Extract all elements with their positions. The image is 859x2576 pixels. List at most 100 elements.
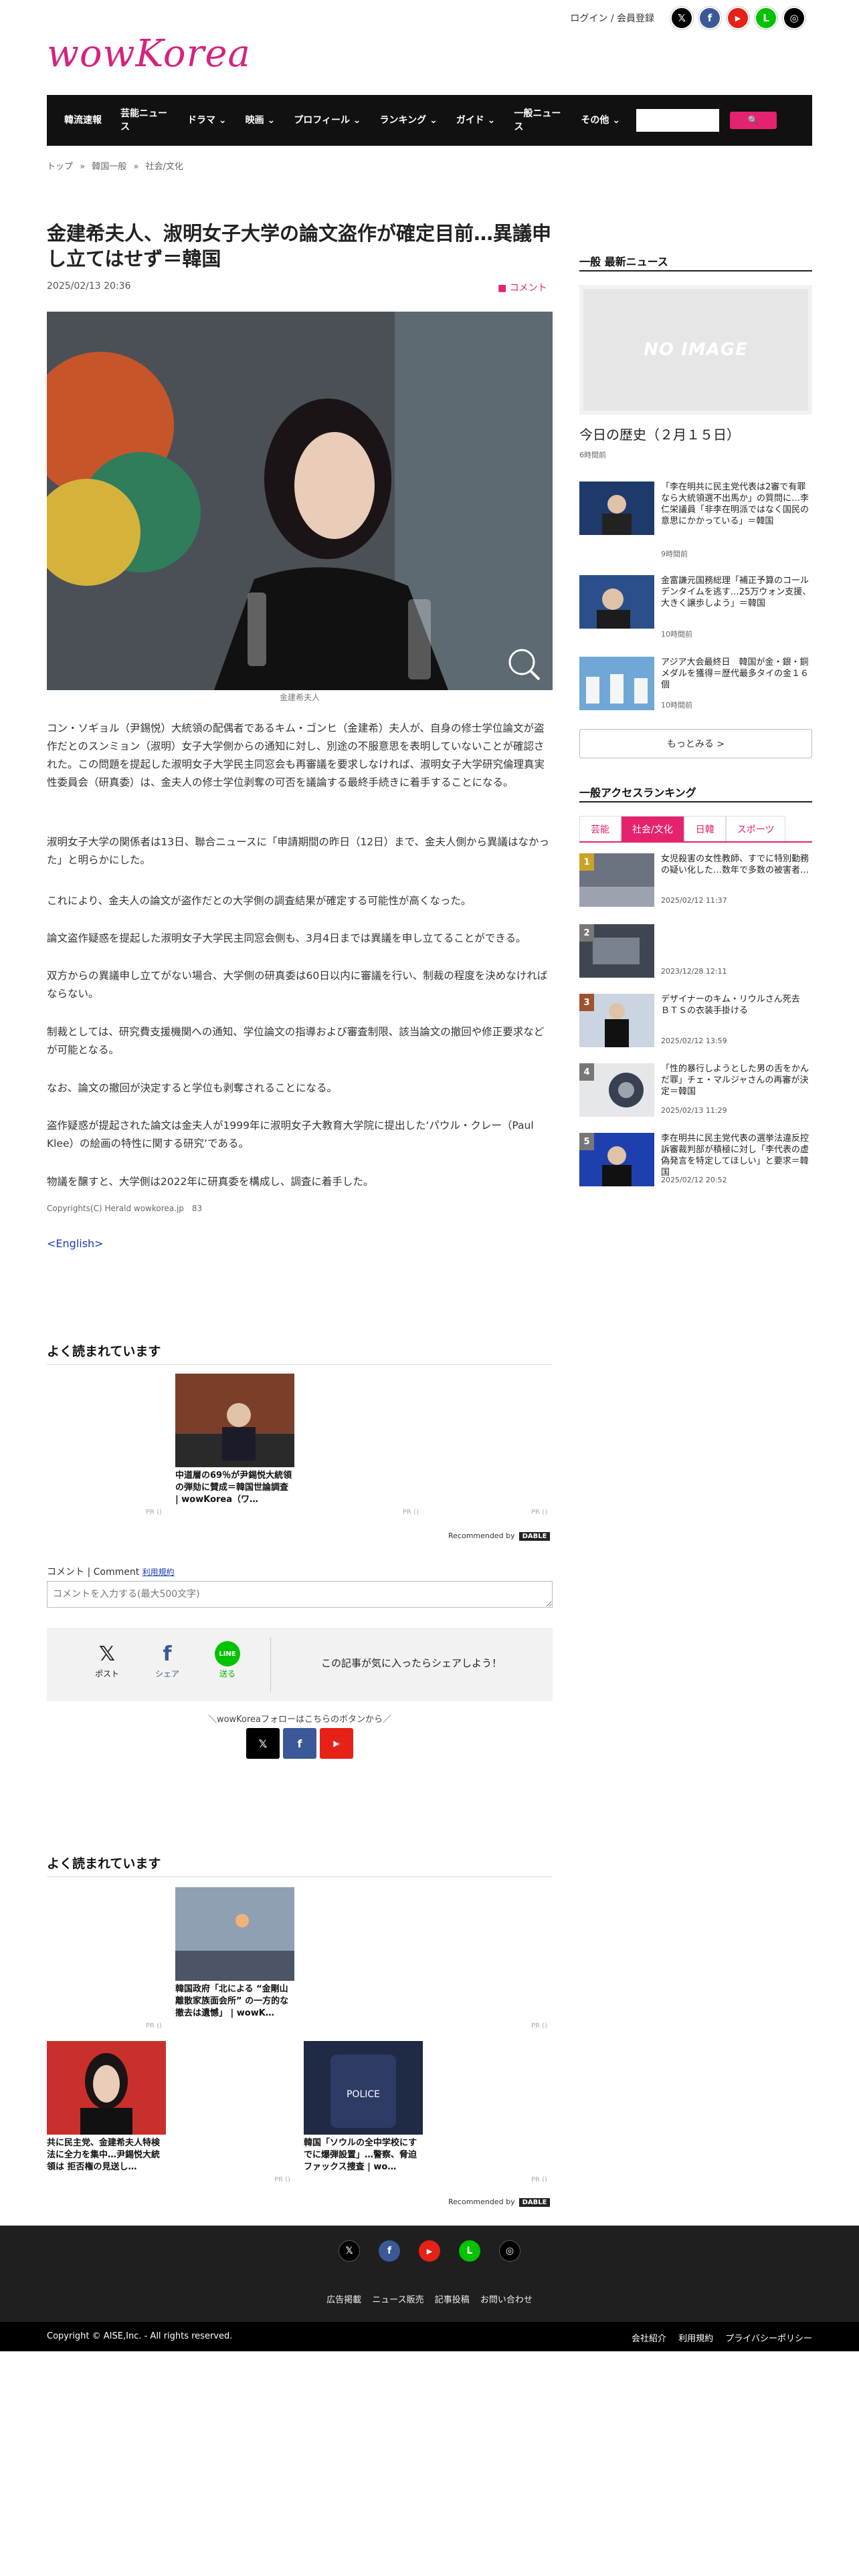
- more-button[interactable]: もっとみる >: [579, 729, 812, 758]
- ranking-heading: 一般アクセスランキング: [579, 786, 696, 799]
- tab-japan-korea[interactable]: 日韓: [684, 816, 726, 841]
- dable-logo: DABLE: [518, 2198, 551, 2207]
- timestamp: 9時間前: [661, 550, 688, 558]
- bottom-link-terms[interactable]: 利用規約: [678, 2334, 713, 2344]
- breadcrumb-society-culture[interactable]: 社会/文化: [146, 162, 183, 172]
- follow-youtube-button[interactable]: ▶: [320, 1728, 353, 1759]
- bottom-link-privacy[interactable]: プライバシーポリシー: [725, 2334, 812, 2344]
- share-box: 𝕏 ポスト f シェア LINE 送る この記事が気に入ったらシェアしよう！: [47, 1628, 553, 1701]
- recommend-card[interactable]: 共に民主党、金建希夫人特検法に全力を集中…尹錫悦大統領は 拒否権の見送し…: [47, 2041, 166, 2173]
- image-caption: 金建希夫人: [279, 693, 320, 702]
- card-thumbnail: [175, 1374, 294, 1467]
- tab-sports[interactable]: スポーツ: [725, 816, 786, 841]
- facebook-icon[interactable]: f: [698, 7, 721, 29]
- line-icon[interactable]: L: [459, 2240, 480, 2262]
- tab-society-culture[interactable]: 社会/文化: [621, 816, 684, 841]
- pr-label: PR (): [403, 1509, 419, 1516]
- comment-label: コメント | Comment 利用規約: [47, 1567, 175, 1578]
- nav-guide[interactable]: ガイド ⌄: [447, 114, 505, 127]
- search-input[interactable]: [636, 109, 719, 132]
- share-message: この記事が気に入ったらシェアしよう！: [320, 1657, 502, 1669]
- breadcrumb: トップ » 韓国一般 » 社会/文化: [47, 162, 183, 172]
- svg-text:POLICE: POLICE: [347, 2089, 380, 2100]
- latest-news-item[interactable]: アジア大会最終日 韓国が金・銀・銅メダルを獲得＝歴代最多タイの金１６個 10時間…: [579, 657, 812, 724]
- ranking-item[interactable]: 1 女児殺害の女性教師、すでに特別勤務の疑い化した…数年で多数の被害者… 202…: [579, 853, 812, 915]
- latest-news-item[interactable]: 「李在明共に民主党代表は2審で有罪なら大統領選不出馬か」の質問に…李仁栄議員「非…: [579, 481, 812, 558]
- bottom-link-company[interactable]: 会社紹介: [632, 2334, 666, 2344]
- follow-message: ＼wowKoreaフォローはこちらのボタンから／: [207, 1715, 392, 1725]
- footer-link-contact[interactable]: お問い合わせ: [480, 2295, 533, 2305]
- footer: 𝕏 f ▶ L ◎ 広告掲載 ニュース販売 記事投稿 お問い合わせ: [0, 2226, 859, 2322]
- footer-link-submit[interactable]: 記事投稿: [435, 2295, 470, 2305]
- news-thumbnail: [579, 481, 654, 535]
- card-title: 韓国政府「北による “金剛山離散家族面会所” の一方的な撤去は遺憾」 | wow…: [175, 1984, 289, 2018]
- footer-link-news-sales[interactable]: ニュース販売: [372, 2295, 423, 2305]
- divider: [579, 270, 812, 272]
- nav-ranking[interactable]: ランキング ⌄: [371, 114, 447, 127]
- recommend-card[interactable]: 韓国政府「北による “金剛山離散家族面会所” の一方的な撤去は遺憾」 | wow…: [175, 1887, 294, 2020]
- article-title: 金建希夫人、淑明女子大学の論文盗作が確定目前…異議申し立てはせず＝韓国: [47, 222, 552, 270]
- timestamp: 2025/02/12 13:59: [661, 1037, 727, 1045]
- share-x-button[interactable]: 𝕏 ポスト: [87, 1641, 127, 1679]
- news-thumbnail: [579, 657, 654, 710]
- news-title: 「性的暴行しようとした男の舌をかんだ罪」チェ・マルジャさんの再審が決定＝韓国: [661, 1064, 809, 1097]
- ranking-item[interactable]: 4 「性的暴行しようとした男の舌をかんだ罪」チェ・マルジャさんの再審が決定＝韓国…: [579, 1063, 812, 1125]
- nav-movie[interactable]: 映画 ⌄: [236, 114, 285, 127]
- nav-drama[interactable]: ドラマ ⌄: [178, 114, 236, 127]
- timestamp: 10時間前: [661, 701, 692, 710]
- breadcrumb-top[interactable]: トップ: [47, 162, 73, 172]
- article-hero-image: [47, 312, 553, 690]
- latest-news-item[interactable]: 金富謙元国務総理「補正予算のコールデンタイムを逃す…25万ウォン支援、大きく譲歩…: [579, 575, 812, 642]
- english-link[interactable]: <English>: [47, 1237, 104, 1250]
- instagram-icon[interactable]: ◎: [783, 7, 805, 29]
- ranking-item[interactable]: 5 李在明共に民主党代表の選挙法違反控訴審裁判部が積極に対し「李代表の虚偽発言を…: [579, 1133, 812, 1194]
- x-icon: 𝕏: [98, 1642, 116, 1666]
- youtube-icon[interactable]: ▶: [419, 2240, 440, 2262]
- share-line-button[interactable]: LINE 送る: [207, 1641, 248, 1679]
- terms-link[interactable]: 利用規約: [142, 1568, 175, 1577]
- card-title: 中道層の69％が尹錫悦大統領の弾劾に賛成＝韓国世論調査 | wowKorea（ワ…: [175, 1471, 292, 1505]
- timestamp: 2025/02/13 11:29: [661, 1106, 727, 1115]
- comment-input[interactable]: [47, 1581, 553, 1608]
- youtube-icon: ▶: [333, 1739, 340, 1748]
- ranking-item[interactable]: 2 2023/12/28 12:11: [579, 924, 812, 986]
- tab-entertainment[interactable]: 芸能: [579, 816, 621, 841]
- timestamp: 10時間前: [661, 630, 692, 639]
- nav-korean-breaking[interactable]: 韓流速報: [55, 114, 111, 127]
- today-history-link[interactable]: 今日の歴史（２月１５日）: [579, 424, 740, 443]
- instagram-icon[interactable]: ◎: [499, 2240, 520, 2262]
- nav-entertainment-news[interactable]: 芸能ニュース: [111, 107, 178, 134]
- x-icon[interactable]: 𝕏: [670, 7, 693, 29]
- recommend-card[interactable]: 中道層の69％が尹錫悦大統領の弾劾に賛成＝韓国世論調査 | wowKorea（ワ…: [175, 1374, 294, 1506]
- nav-profile[interactable]: プロフィール ⌄: [284, 114, 370, 127]
- timestamp: 6時間前: [579, 451, 606, 459]
- follow-facebook-button[interactable]: f: [283, 1728, 316, 1759]
- login-link[interactable]: ログイン / 会員登録: [570, 11, 654, 25]
- line-icon[interactable]: L: [755, 7, 777, 29]
- divider: [47, 1876, 553, 1877]
- youtube-icon[interactable]: ▶: [727, 7, 749, 29]
- follow-x-button[interactable]: 𝕏: [246, 1728, 280, 1759]
- rank-number: 3: [579, 994, 594, 1011]
- recommend-card[interactable]: POLICE 韓国「ソウルの全中学校にすでに爆弾設置」…警察、脅迫ファックス捜査…: [304, 2041, 423, 2173]
- nav-other[interactable]: その他 ⌄: [571, 114, 630, 127]
- share-facebook-button[interactable]: f シェア: [147, 1641, 187, 1679]
- ranking-item[interactable]: 3 デザイナーのキム・リウルさん死去 ＢＴＳの衣装手掛ける 2025/02/12…: [579, 994, 812, 1055]
- x-icon[interactable]: 𝕏: [339, 2240, 360, 2262]
- nav-general-news[interactable]: 一般ニュース: [504, 107, 571, 134]
- facebook-icon[interactable]: f: [379, 2240, 400, 2262]
- news-title: 女児殺害の女性教師、すでに特別勤務の疑い化した…数年で多数の被害者…: [661, 854, 809, 875]
- search-button[interactable]: 🔍: [729, 112, 777, 129]
- x-icon: 𝕏: [258, 1737, 268, 1750]
- search-icon: 🔍: [747, 115, 759, 126]
- site-logo[interactable]: wowKorea: [47, 32, 251, 76]
- comment-link[interactable]: ■ コメント: [498, 281, 547, 294]
- rank-number: 4: [579, 1063, 594, 1081]
- divider: [47, 1364, 553, 1365]
- bottom-links: 会社紹介 利用規約 プライバシーポリシー: [622, 2331, 812, 2344]
- breadcrumb-korea-general[interactable]: 韓国一般: [92, 162, 126, 172]
- footer-link-ads[interactable]: 広告掲載: [326, 2295, 361, 2305]
- article-paragraph: 盗作疑惑が提起された論文は金夫人が1999年に淑明女子大教育大学院に提出した‘パ…: [47, 1119, 534, 1150]
- card-title: 共に民主党、金建希夫人特検法に全力を集中…尹錫悦大統領は 拒否権の見送し…: [47, 2138, 161, 2172]
- article-paragraph: これにより、金夫人の論文が盗作だとの大学側の調査結果が確定する可能性が高くなった…: [47, 895, 472, 907]
